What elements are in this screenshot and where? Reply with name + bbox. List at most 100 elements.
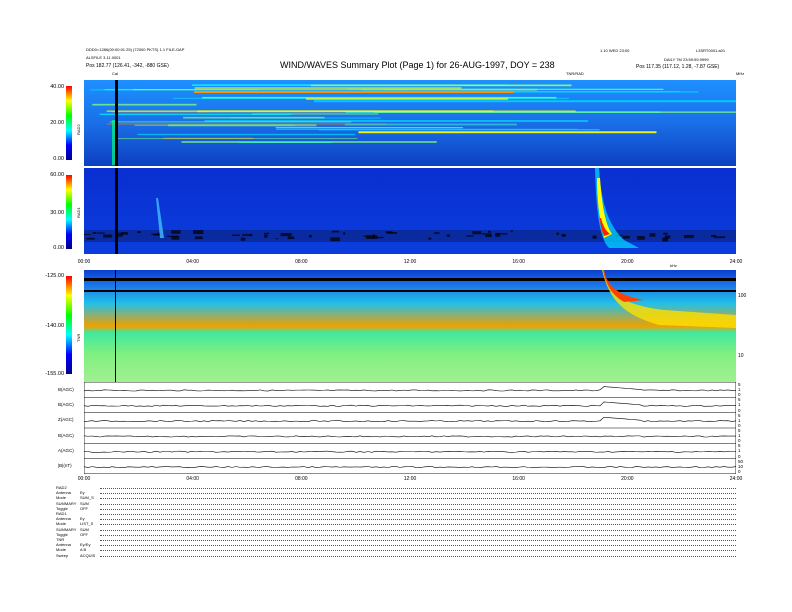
rad1-noise-mark [192,230,204,235]
rad1-noise-mark [485,233,492,238]
rad2-emission-line [92,103,197,106]
rad2-tick-mid: 20.00 [50,120,64,126]
header-info-right-1: 1.10 WED 23:00 [600,48,630,53]
time-tick-3: 12:00 [403,259,417,265]
tnr-tick-bottom: -155.00 [45,371,64,377]
time-tick-5: 20:00 [621,259,634,265]
rad1-noise-mark [472,231,482,235]
rad2-panel-label: RAD2 [76,124,81,135]
rad1-noise-mark [275,237,279,240]
rad2-emission-line [132,89,407,91]
rad1-noise-mark [103,234,113,238]
footer-key: Sweep [56,552,69,558]
rad1-noise-mark [649,233,656,237]
rad1-noise-mark [194,236,203,240]
rad2-emission-line [183,116,325,119]
rad1-noise-mark [510,230,513,232]
rad1-noise-mark [330,237,340,242]
header-info-2: ALSFILE 3.11.0001 [86,55,121,60]
rad2-emission-line [275,127,463,129]
bottom-time-tick-6: 24:00 [729,476,743,482]
line-panel-label: |B|(nT) [58,463,72,469]
rad1-noise-mark [231,234,240,236]
rad1-noise-mark [171,230,181,234]
rad1-noise-mark [363,235,374,237]
bottom-time-tick-2: 08:00 [295,476,308,482]
rad1-noise-mark [466,235,474,237]
header-info-1: DDD0=1286(00:00:01.25) (72000 PKTS) 1.1 … [86,47,185,52]
rad1-noise-mark [497,233,508,235]
tnr-spectrogram [84,270,736,382]
footer-dotted-line [100,493,736,495]
rad2-colorbar [66,86,72,160]
rad2-emission-line [134,124,295,127]
footer-dotted-line [100,503,736,505]
footer-dotted-line [100,555,736,557]
tnr-panel-label: TNR [76,333,81,342]
rad2-emission-line [99,113,292,116]
rad1-noise-mark [481,233,485,235]
rad1-noise-mark [287,236,295,240]
footer-dotted-line [100,514,736,515]
footer-dotted-line [100,488,736,489]
rad1-noise-mark [592,235,597,239]
rad1-noise-mark [664,235,671,239]
page-title: WIND/WAVES Summary Plot (Page 1) for 26-… [280,60,555,70]
rad1-noise-mark [171,235,180,240]
footer-dotted-line [100,519,736,521]
rad2-emission-line [344,123,517,126]
rad2-emission-line [194,87,462,90]
rad2-emission-line [305,97,509,100]
rad1-noise-mark [264,234,268,238]
rad1-tick-mid: 30.00 [50,210,64,216]
header-position-left: Pos 182.77 (126.41, -342, -880 GSE) [86,63,169,69]
rad2-strong-line [194,91,514,93]
rad1-noise-mark [684,234,694,239]
time-tick-4: 16:00 [512,259,525,265]
footer-dotted-line [100,498,736,500]
rad2-emission-line [115,138,358,140]
khz-label: kHz [670,263,677,268]
tnr-tick-mid: -140.00 [45,323,64,329]
rad1-noise-mark [240,237,246,241]
tnr-right-tick-10: 10 [738,353,744,359]
cal-label: Cal [112,71,119,76]
rad2-emission-line [358,131,657,134]
rad1-noise-mark [622,235,630,239]
rad1-noise-mark [487,230,491,233]
rad2-emission-line [318,129,600,131]
rad1-noise-mark [249,233,253,237]
rad1-noise-mark [556,232,559,236]
rad1-noise-mark [96,232,105,234]
bottom-time-tick-5: 20:00 [621,476,634,482]
rad1-noise-mark [121,232,128,235]
rad1-noise-mark [84,233,91,235]
footer-dotted-line [100,534,736,536]
time-tick-2: 08:00 [295,259,308,265]
rad1-colorbar [66,175,72,249]
rad1-noise-mark [264,232,270,235]
rad1-noise-mark [151,233,161,235]
rad2-emission-line [238,141,333,143]
rad1-tick-top: 60.00 [50,172,64,178]
footer-value: ACQUIS [80,552,96,558]
rad1-noise-mark [92,231,96,234]
rad2-tick-top: 40.00 [50,84,64,90]
footer-dotted-line [100,508,736,510]
rad2-emission-line [313,100,736,103]
footer-value: OFF [80,531,88,537]
rad1-tick-bottom: 0.00 [53,245,64,251]
bottom-time-tick-3: 12:00 [403,476,417,482]
header-tag: TNR/RAD [566,71,584,76]
footer-dotted-line [100,545,736,547]
tnr-colorbar [66,276,72,374]
header-position-right: Pos 117.35 (117.12, 1.28, -7.87 GSE) [636,64,720,70]
rad1-noise-mark [343,232,346,235]
rad1-noise-mark [331,230,340,233]
rad1-noise-mark [434,232,440,234]
line-panel-label: B(AGC) [58,386,74,392]
mhz-unit-label: MHz [736,71,745,76]
rad1-noise-mark [387,232,397,234]
rad1-noise-mark [137,231,141,234]
bottom-time-tick-4: 16:00 [512,476,525,482]
